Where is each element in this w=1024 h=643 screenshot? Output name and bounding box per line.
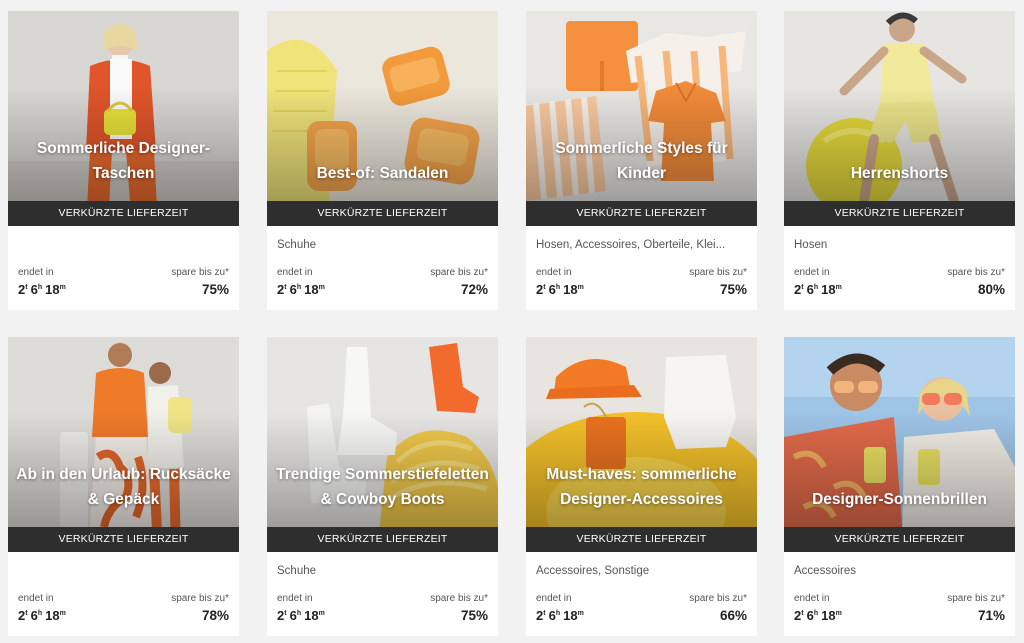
campaign-title: Herrenshorts xyxy=(850,165,949,182)
campaign-image[interactable]: Best-of: Sandalen xyxy=(267,11,498,226)
ends-in-label: endet in xyxy=(277,267,313,278)
countdown-timer: 2t 6h 18m xyxy=(18,608,66,623)
save-up-to-label: spare bis zu* xyxy=(171,267,229,278)
campaign-card[interactable]: Ab in den Urlaub: Rucksäcke & Gepäck VER… xyxy=(8,337,239,636)
ends-in-label: endet in xyxy=(277,593,313,604)
discount-value: 80% xyxy=(977,282,1005,297)
ends-in-label: endet in xyxy=(536,267,572,278)
delivery-badge: VERKÜRZTE LIEFERZEIT xyxy=(784,201,1015,226)
campaign-image[interactable]: Trendige Sommerstiefeletten & Cowboy Boo… xyxy=(267,337,498,552)
save-up-to-label: spare bis zu* xyxy=(430,267,488,278)
discount-value: 75% xyxy=(460,608,488,623)
campaign-title: Best-of: Sandalen xyxy=(316,165,449,182)
ends-in-label: endet in xyxy=(18,267,54,278)
campaign-category: Schuhe xyxy=(277,565,317,577)
campaign-image[interactable]: Must-haves: sommerliche Designer-Accesso… xyxy=(526,337,757,552)
save-up-to-label: spare bis zu* xyxy=(947,267,1005,278)
campaign-card[interactable]: Must-haves: sommerliche Designer-Accesso… xyxy=(526,337,757,636)
campaign-image[interactable]: Sommerliche Designer-Taschen xyxy=(8,11,239,226)
campaign-image[interactable]: Sommerliche Styles für Kinder xyxy=(526,11,757,226)
countdown-timer: 2t 6h 18m xyxy=(277,608,325,623)
campaign-category: Hosen, Accessoires, Oberteile, Klei... xyxy=(536,239,726,251)
campaign-image[interactable]: Herrenshorts xyxy=(784,11,1015,226)
campaign-title: Must-haves: sommerliche Designer-Accesso… xyxy=(546,466,737,508)
campaign-title: Sommerliche Styles für Kinder xyxy=(555,140,728,182)
campaign-image[interactable]: Designer-Sonnenbrillen xyxy=(784,337,1015,552)
discount-value: 75% xyxy=(719,282,747,297)
discount-value: 72% xyxy=(460,282,488,297)
campaign-category: Hosen xyxy=(794,239,828,251)
campaign-card[interactable]: Designer-Sonnenbrillen VERKÜRZTE LIEFERZ… xyxy=(784,337,1015,636)
ends-in-label: endet in xyxy=(536,593,572,604)
campaign-title: Ab in den Urlaub: Rucksäcke & Gepäck xyxy=(16,466,231,508)
countdown-timer: 2t 6h 18m xyxy=(794,282,842,297)
delivery-badge: VERKÜRZTE LIEFERZEIT xyxy=(8,527,239,552)
campaign-category: Accessoires xyxy=(794,565,856,577)
campaign-card[interactable]: Sommerliche Styles für Kinder VERKÜRZTE … xyxy=(526,11,757,310)
ends-in-label: endet in xyxy=(794,593,830,604)
campaign-category: Schuhe xyxy=(277,239,317,251)
delivery-badge: VERKÜRZTE LIEFERZEIT xyxy=(267,201,498,226)
campaign-card[interactable]: Sommerliche Designer-Taschen VERKÜRZTE L… xyxy=(8,11,239,310)
campaign-card[interactable]: Herrenshorts VERKÜRZTE LIEFERZEIT Hosen … xyxy=(784,11,1015,310)
delivery-badge: VERKÜRZTE LIEFERZEIT xyxy=(784,527,1015,552)
save-up-to-label: spare bis zu* xyxy=(689,267,747,278)
save-up-to-label: spare bis zu* xyxy=(430,593,488,604)
discount-value: 78% xyxy=(201,608,229,623)
save-up-to-label: spare bis zu* xyxy=(689,593,747,604)
campaign-card[interactable]: Best-of: Sandalen VERKÜRZTE LIEFERZEIT S… xyxy=(267,11,498,310)
discount-value: 75% xyxy=(201,282,229,297)
delivery-badge: VERKÜRZTE LIEFERZEIT xyxy=(526,201,757,226)
countdown-timer: 2t 6h 18m xyxy=(536,282,584,297)
save-up-to-label: spare bis zu* xyxy=(947,593,1005,604)
campaign-category: Accessoires, Sonstige xyxy=(536,565,650,577)
countdown-timer: 2t 6h 18m xyxy=(536,608,584,623)
campaign-image[interactable]: Ab in den Urlaub: Rucksäcke & Gepäck xyxy=(8,337,239,552)
countdown-timer: 2t 6h 18m xyxy=(794,608,842,623)
delivery-badge: VERKÜRZTE LIEFERZEIT xyxy=(267,527,498,552)
campaign-title: Trendige Sommerstiefeletten & Cowboy Boo… xyxy=(276,466,489,508)
campaign-title: Designer-Sonnenbrillen xyxy=(812,491,987,508)
discount-value: 71% xyxy=(977,608,1005,623)
campaign-title: Sommerliche Designer-Taschen xyxy=(36,140,211,182)
save-up-to-label: spare bis zu* xyxy=(171,593,229,604)
delivery-badge: VERKÜRZTE LIEFERZEIT xyxy=(526,527,757,552)
delivery-badge: VERKÜRZTE LIEFERZEIT xyxy=(8,201,239,226)
campaign-card[interactable]: Trendige Sommerstiefeletten & Cowboy Boo… xyxy=(267,337,498,636)
ends-in-label: endet in xyxy=(18,593,54,604)
discount-value: 66% xyxy=(719,608,747,623)
countdown-timer: 2t 6h 18m xyxy=(277,282,325,297)
ends-in-label: endet in xyxy=(794,267,830,278)
countdown-timer: 2t 6h 18m xyxy=(18,282,66,297)
